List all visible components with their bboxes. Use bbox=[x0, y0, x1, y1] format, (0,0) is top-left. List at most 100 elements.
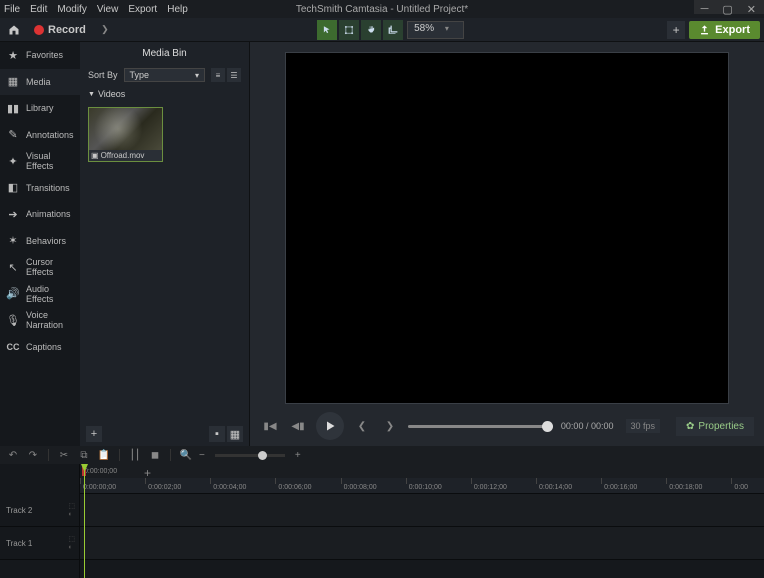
timeline-zoom-slider[interactable] bbox=[215, 454, 285, 457]
select-tool[interactable] bbox=[317, 20, 337, 40]
sidebar-item-captions[interactable]: CCCaptions bbox=[0, 334, 80, 361]
library-icon: ▮▮ bbox=[6, 101, 20, 115]
sidebar-item-cursor-effects[interactable]: ↖Cursor Effects bbox=[0, 254, 80, 281]
track-row: Track 2⬚◐ bbox=[0, 494, 764, 527]
sidebar-item-audio-effects[interactable]: 🔊Audio Effects bbox=[0, 281, 80, 308]
track-lock-icon[interactable]: ⬚ bbox=[68, 502, 75, 510]
redo-button[interactable]: ↷ bbox=[26, 448, 40, 462]
ruler-tick: 0:00:06;00 bbox=[275, 478, 311, 484]
record-dropdown[interactable]: ❯ bbox=[96, 21, 114, 39]
undo-button[interactable]: ↶ bbox=[6, 448, 20, 462]
crop-anchor-tool[interactable] bbox=[339, 20, 359, 40]
wand-icon: ✦ bbox=[6, 154, 20, 168]
timeline-toolbar: ↶ ↷ ✂ ⧉ 📋 ⎮⎮ ◼ 🔍 − + bbox=[0, 446, 764, 464]
ruler-tick: 0:00:00;00 bbox=[80, 478, 116, 484]
ruler-tick: 0:00:14;00 bbox=[536, 478, 572, 484]
sidebar-item-visual-effects[interactable]: ✦Visual Effects bbox=[0, 148, 80, 175]
step-prev-button[interactable]: ❮ bbox=[352, 416, 372, 436]
add-source-button[interactable]: + bbox=[667, 21, 685, 39]
step-next-button[interactable]: ❯ bbox=[380, 416, 400, 436]
menu-modify[interactable]: Modify bbox=[57, 4, 86, 15]
view-details-button[interactable]: ☰ bbox=[227, 68, 241, 82]
split-button[interactable]: ⎮⎮ bbox=[128, 448, 142, 462]
cut-button[interactable]: ✂ bbox=[57, 448, 71, 462]
ruler-tick: 0:00 bbox=[731, 478, 748, 484]
zoom-icon: 🔍 bbox=[179, 448, 193, 462]
view-tiles-button[interactable]: ▪ bbox=[209, 426, 225, 442]
play-button[interactable] bbox=[316, 412, 344, 440]
sort-by-dropdown[interactable]: Type▾ bbox=[124, 68, 205, 82]
paste-button[interactable]: 📋 bbox=[97, 448, 111, 462]
home-button[interactable] bbox=[4, 20, 24, 40]
ruler-tick: 0:00:08;00 bbox=[341, 478, 377, 484]
clip-thumbnail bbox=[89, 108, 162, 150]
video-file-icon: ▣ bbox=[91, 151, 99, 160]
sidebar-item-voice-narration[interactable]: 🎙Voice Narration bbox=[0, 307, 80, 334]
sidebar: ★Favorites ▦Media ▮▮Library ✎Annotations… bbox=[0, 42, 80, 446]
copy-button[interactable]: ⧉ bbox=[77, 448, 91, 462]
ruler-tick: 0:00:12;00 bbox=[471, 478, 507, 484]
menu-export[interactable]: Export bbox=[128, 4, 157, 15]
zoom-out-button[interactable]: − bbox=[199, 450, 205, 461]
timeline: ↶ ↷ ✂ ⧉ 📋 ⎮⎮ ◼ 🔍 − + + 0:00:00;00 0:00:0… bbox=[0, 446, 764, 578]
marker-button[interactable]: ◼ bbox=[148, 448, 162, 462]
track-row: Track 1⬚◐ bbox=[0, 527, 764, 560]
gear-icon: ✿ bbox=[686, 421, 694, 432]
prev-clip-button[interactable]: ▮◀ bbox=[260, 416, 280, 436]
menu-bar: File Edit Modify View Export Help bbox=[0, 0, 764, 18]
preview-canvas[interactable] bbox=[285, 52, 729, 404]
animations-icon: ➔ bbox=[6, 207, 20, 221]
track-label[interactable]: Track 2⬚◐ bbox=[0, 494, 80, 526]
transitions-icon: ◧ bbox=[6, 181, 20, 195]
canvas-tool-group bbox=[317, 20, 403, 40]
media-clip[interactable]: ▣Offroad.mov bbox=[88, 107, 163, 162]
menu-edit[interactable]: Edit bbox=[30, 4, 47, 15]
track-label[interactable]: Track 1⬚◐ bbox=[0, 527, 80, 559]
zoom-in-button[interactable]: + bbox=[295, 450, 301, 461]
view-grid-button[interactable]: ▦ bbox=[227, 426, 243, 442]
videos-section-header[interactable]: ▼Videos bbox=[80, 85, 249, 103]
sidebar-item-library[interactable]: ▮▮Library bbox=[0, 95, 80, 122]
timeline-time-header: + 0:00:00;00 bbox=[80, 464, 764, 478]
track-lock-icon[interactable]: ⬚ bbox=[68, 535, 75, 543]
main-area: ★Favorites ▦Media ▮▮Library ✎Annotations… bbox=[0, 42, 764, 446]
mic-icon: 🎙 bbox=[6, 313, 20, 327]
menu-view[interactable]: View bbox=[97, 4, 119, 15]
sidebar-item-behaviors[interactable]: ✶Behaviors bbox=[0, 228, 80, 255]
sort-by-label: Sort By bbox=[88, 70, 118, 80]
sidebar-item-transitions[interactable]: ◧Transitions bbox=[0, 175, 80, 202]
export-button[interactable]: Export bbox=[689, 21, 760, 39]
track-area[interactable] bbox=[80, 494, 764, 526]
sidebar-item-animations[interactable]: ➔Animations bbox=[0, 201, 80, 228]
panel-title: Media Bin bbox=[80, 42, 249, 65]
track-toggle-icon[interactable]: ◐ bbox=[68, 544, 75, 551]
playhead[interactable] bbox=[84, 464, 85, 578]
crop-tool[interactable] bbox=[383, 20, 403, 40]
sidebar-item-media[interactable]: ▦Media bbox=[0, 69, 80, 96]
pan-tool[interactable] bbox=[361, 20, 381, 40]
track-toggle-icon[interactable]: ◐ bbox=[68, 511, 75, 518]
cc-icon: CC bbox=[6, 340, 20, 354]
main-toolbar: Record ❯ 58% + Export bbox=[0, 18, 764, 42]
sidebar-item-annotations[interactable]: ✎Annotations bbox=[0, 122, 80, 149]
timeline-ruler[interactable]: 0:00:00;000:00:02;000:00:04;000:00:06;00… bbox=[80, 478, 764, 494]
canvas-area: ▮◀ ◀▮ ❮ ❯ 00:00 / 00:00 30 fps ✿Properti… bbox=[250, 42, 764, 446]
canvas-zoom-select[interactable]: 58% bbox=[407, 21, 464, 39]
ruler-tick: 0:00:04;00 bbox=[210, 478, 246, 484]
sidebar-item-favorites[interactable]: ★Favorites bbox=[0, 42, 80, 69]
menu-help[interactable]: Help bbox=[167, 4, 188, 15]
playback-bar: ▮◀ ◀▮ ❮ ❯ 00:00 / 00:00 30 fps ✿Properti… bbox=[250, 406, 764, 446]
menu-file[interactable]: File bbox=[4, 4, 20, 15]
playback-scrubber[interactable] bbox=[408, 425, 553, 428]
record-button[interactable]: Record bbox=[28, 22, 92, 38]
add-media-button[interactable]: + bbox=[86, 426, 102, 442]
view-list-button[interactable]: ≡ bbox=[211, 68, 225, 82]
step-back-button[interactable]: ◀▮ bbox=[288, 416, 308, 436]
timeline-options-button[interactable] bbox=[694, 0, 764, 14]
track-area[interactable] bbox=[80, 527, 764, 559]
fps-indicator[interactable]: 30 fps bbox=[626, 419, 661, 433]
speaker-icon: 🔊 bbox=[6, 287, 20, 301]
properties-button[interactable]: ✿Properties bbox=[676, 417, 754, 436]
ruler-tick: 0:00:18;00 bbox=[666, 478, 702, 484]
annotation-icon: ✎ bbox=[6, 128, 20, 142]
